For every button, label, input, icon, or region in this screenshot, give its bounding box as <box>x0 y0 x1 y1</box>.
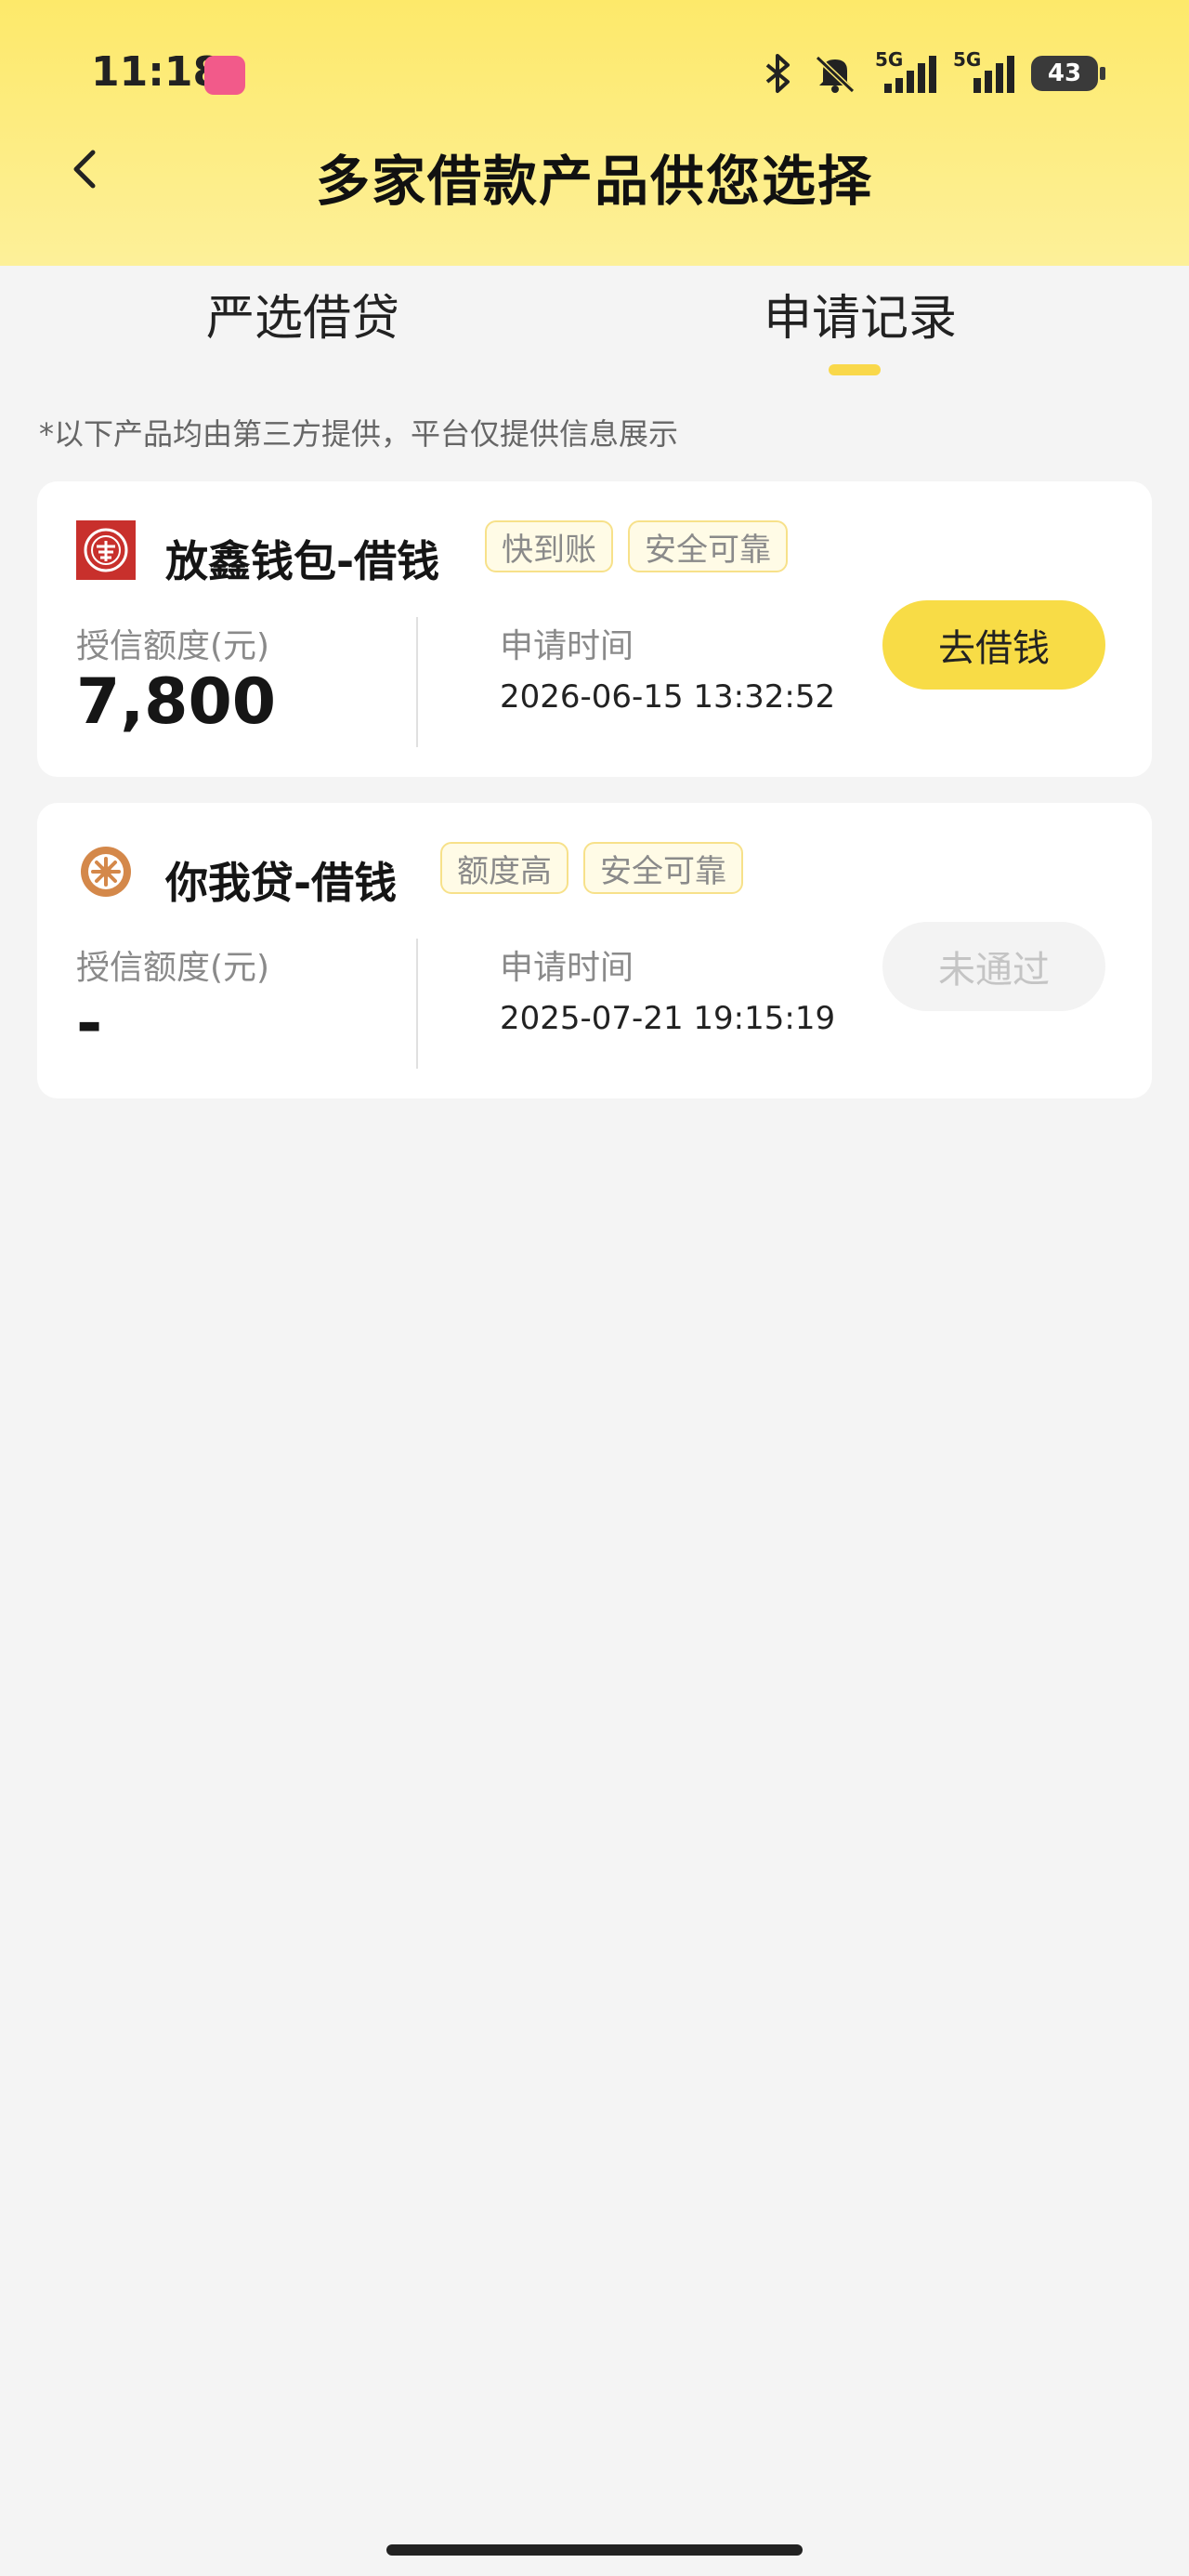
tab-application-records[interactable]: 申请记录 <box>674 279 1046 375</box>
battery-indicator: 43 <box>1031 56 1105 91</box>
divider <box>416 617 418 747</box>
coin-logo-icon <box>76 520 136 580</box>
divider <box>416 939 418 1069</box>
rejected-status-button[interactable]: 未通过 <box>882 922 1105 1011</box>
page-title: 多家借款产品供您选择 <box>315 150 873 213</box>
credit-limit-value: - <box>76 987 103 1060</box>
apply-time-value: 2025-07-21 19:15:19 <box>500 1000 836 1037</box>
apply-time-label: 申请时间 <box>500 949 634 987</box>
tab-bar: 严选借贷 申请记录 <box>0 279 1189 381</box>
status-bar: 11:18 5G 5G 43 <box>0 0 1189 149</box>
product-name: 你我贷-借钱 <box>165 858 398 908</box>
status-icons: 5G 5G 43 <box>762 48 1105 99</box>
tag-list: 快到账 安全可靠 <box>485 520 788 572</box>
disclaimer-notice: *以下产品均由第三方提供，平台仅提供信息展示 <box>39 416 679 452</box>
feature-tag: 安全可靠 <box>583 842 743 894</box>
apply-time-value: 2026-06-15 13:32:52 <box>500 678 836 716</box>
app-notification-icon <box>204 56 245 95</box>
sun-logo-icon <box>81 847 131 897</box>
header: 11:18 5G 5G 43 多家借款产品供您选择 <box>0 0 1189 266</box>
product-logo <box>76 842 136 901</box>
signal-icon-2: 5G <box>953 48 1014 95</box>
loan-record-card: 你我贷-借钱 额度高 安全可靠 授信额度(元) - 申请时间 2025-07-2… <box>37 803 1152 1098</box>
credit-limit-value: 7,800 <box>76 665 277 739</box>
tab-label: 申请记录 <box>763 291 957 347</box>
feature-tag: 安全可靠 <box>628 520 788 572</box>
feature-tag: 快到账 <box>485 520 613 572</box>
loan-record-card: 放鑫钱包-借钱 快到账 安全可靠 授信额度(元) 7,800 申请时间 2026… <box>37 481 1152 777</box>
tag-list: 额度高 安全可靠 <box>440 842 743 894</box>
product-name: 放鑫钱包-借钱 <box>165 536 440 586</box>
signal-icon-1: 5G <box>875 48 936 95</box>
mute-bell-icon <box>815 55 856 94</box>
borrow-button[interactable]: 去借钱 <box>882 600 1105 690</box>
credit-limit-label: 授信额度(元) <box>76 949 270 987</box>
apply-time-label: 申请时间 <box>500 627 634 665</box>
home-indicator[interactable] <box>386 2544 803 2556</box>
status-time: 11:18 <box>91 48 222 96</box>
bluetooth-icon <box>765 54 790 93</box>
feature-tag: 额度高 <box>440 842 568 894</box>
tab-label: 严选借贷 <box>205 291 399 347</box>
product-logo <box>76 520 136 580</box>
tab-featured-loans[interactable]: 严选借贷 <box>117 279 489 348</box>
credit-limit-label: 授信额度(元) <box>76 627 270 665</box>
active-tab-indicator <box>829 364 881 375</box>
